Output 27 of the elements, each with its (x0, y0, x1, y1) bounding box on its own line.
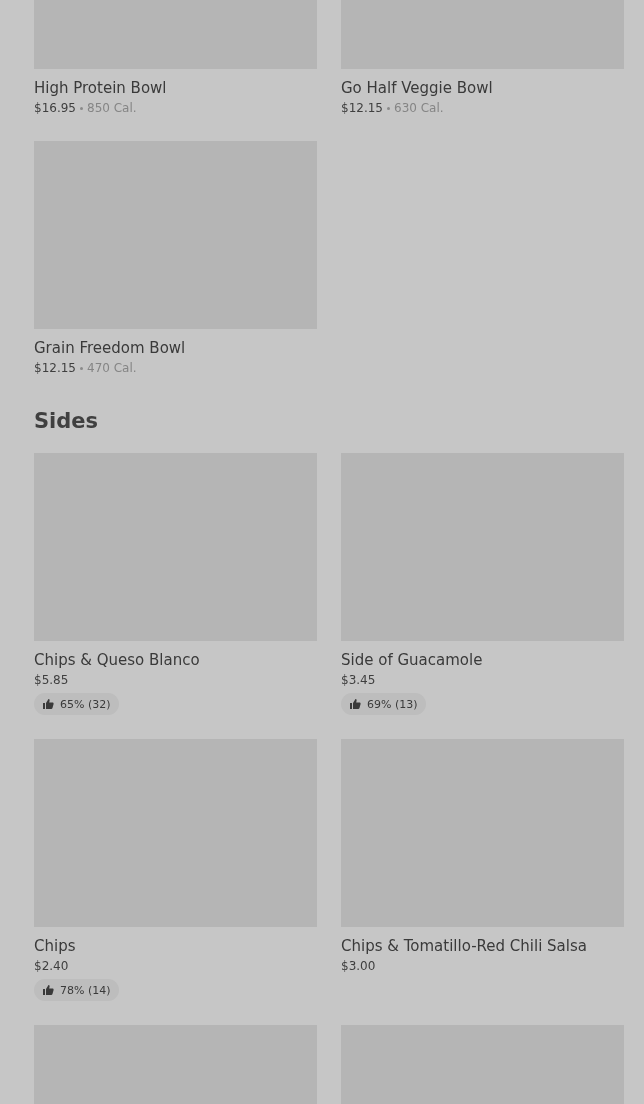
separator-dot (387, 106, 390, 110)
separator-dot (80, 366, 83, 370)
item-name[interactable]: Chips & Queso Blanco (34, 649, 317, 671)
item-price: $12.15 (34, 360, 76, 377)
item-price: $3.45 (341, 672, 376, 689)
item-price: $2.40 (34, 958, 69, 975)
item-name[interactable]: Grain Freedom Bowl (34, 337, 317, 359)
item-name[interactable]: Chips & Tomatillo-Red Chili Salsa (341, 935, 624, 957)
rating-text: 78% (14) (60, 983, 111, 997)
thumbs-up-icon (42, 698, 54, 710)
section-heading: Sides (34, 408, 100, 435)
rating-text: 65% (32) (60, 697, 111, 711)
rating-text: 69% (13) (367, 697, 418, 711)
item-price: $16.95 (34, 100, 76, 117)
item-name[interactable]: Side of Guacamole (341, 649, 624, 671)
thumbs-up-icon (349, 698, 361, 710)
item-name[interactable]: High Protein Bowl (34, 77, 317, 99)
item-calories: 850 Cal. (87, 100, 137, 117)
item-name[interactable]: Go Half Veggie Bowl (341, 77, 624, 99)
item-price: $5.85 (34, 672, 69, 689)
item-calories: 630 Cal. (394, 100, 444, 117)
item-calories: 470 Cal. (87, 360, 137, 377)
separator-dot (80, 106, 83, 110)
thumbs-up-icon (42, 984, 54, 996)
item-price: $12.15 (341, 100, 383, 117)
item-price: $3.00 (341, 958, 376, 975)
item-name[interactable]: Chips (34, 935, 317, 957)
